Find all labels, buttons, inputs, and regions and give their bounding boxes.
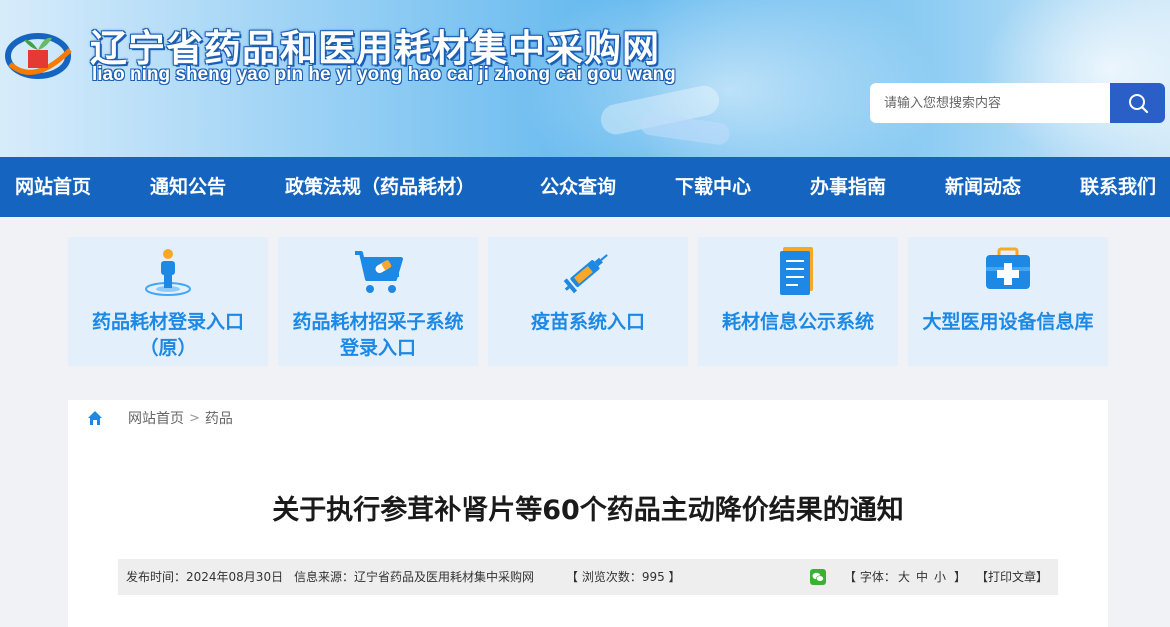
font-size-small[interactable]: 小	[934, 559, 946, 595]
view-count: 【 浏览次数：995 】	[566, 570, 681, 584]
breadcrumb: 网站首页 > 药品	[86, 408, 233, 428]
publish-date: 发布时间：2024年08月30日	[126, 570, 284, 584]
main-nav: 网站首页 通知公告 政策法规（药品耗材） 公众查询 下载中心 办事指南 新闻动态…	[0, 157, 1170, 217]
nav-item-policies[interactable]: 政策法规（药品耗材）	[285, 157, 475, 217]
entry-label: 药品耗材登录入口 （原）	[91, 311, 244, 359]
chevron-right-icon: >	[189, 410, 200, 426]
article-title: 关于执行参茸补肾片等60个药品主动降价结果的通知	[272, 495, 904, 526]
document-icon	[780, 247, 813, 295]
nav-item-notices[interactable]: 通知公告	[150, 157, 226, 217]
search-box	[870, 83, 1165, 123]
search-input[interactable]	[870, 83, 1111, 123]
nav-item-downloads[interactable]: 下载中心	[675, 157, 751, 217]
banner-glow	[980, 0, 1170, 157]
medical-kit-icon	[986, 247, 1030, 289]
info-source: 信息来源：辽宁省药品及医用耗材集中采购网	[294, 570, 535, 584]
breadcrumb-current[interactable]: 药品	[205, 408, 233, 428]
site-logo-icon[interactable]	[4, 28, 78, 80]
cart-icon	[355, 251, 403, 293]
nav-item-public-query[interactable]: 公众查询	[540, 157, 616, 217]
article-panel: 网站首页 > 药品 关于执行参茸补肾片等60个药品主动降价结果的通知 发布时间：…	[68, 400, 1108, 627]
home-icon[interactable]	[86, 409, 104, 427]
breadcrumb-home-link[interactable]: 网站首页	[128, 408, 184, 428]
entry-drug-login-legacy[interactable]: 药品耗材登录入口 （原）	[68, 237, 268, 366]
site-pinyin: liao ning sheng yao pin he yi yong hao c…	[92, 64, 676, 85]
search-icon	[1128, 94, 1148, 114]
entry-procurement-subsystem[interactable]: 药品耗材招采子系统 登录入口	[278, 237, 478, 366]
font-size-suffix: 】	[954, 570, 967, 584]
nav-item-guide[interactable]: 办事指南	[810, 157, 886, 217]
syringe-icon	[563, 254, 608, 294]
entry-medical-equipment-db[interactable]: 大型医用设备信息库	[908, 237, 1108, 366]
wechat-share-icon[interactable]	[810, 569, 826, 585]
entry-label: 疫苗系统入口	[530, 311, 645, 333]
search-button[interactable]	[1110, 83, 1165, 123]
print-article-link[interactable]: 【打印文章】	[976, 559, 1048, 595]
entry-consumables-disclosure[interactable]: 耗材信息公示系统	[698, 237, 898, 366]
entry-label: 大型医用设备信息库	[922, 311, 1094, 333]
entry-vaccine-system[interactable]: 疫苗系统入口	[488, 237, 688, 366]
font-size-large[interactable]: 大	[898, 559, 910, 595]
font-size-prefix: 【 字体：	[844, 570, 896, 584]
nav-item-home[interactable]: 网站首页	[15, 157, 91, 217]
article-meta-bar: 发布时间：2024年08月30日 信息来源：辽宁省药品及医用耗材集中采购网 【 …	[118, 559, 1058, 595]
person-pin-icon	[145, 249, 191, 296]
nav-item-news[interactable]: 新闻动态	[945, 157, 1021, 217]
nav-item-contact[interactable]: 联系我们	[1080, 157, 1156, 217]
header-banner: 辽宁省药品和医用耗材集中采购网 liao ning sheng yao pin …	[0, 0, 1170, 157]
font-size-medium[interactable]: 中	[916, 559, 928, 595]
entry-label: 耗材信息公示系统	[721, 311, 874, 333]
entry-label: 药品耗材招采子系统 登录入口	[292, 311, 464, 359]
